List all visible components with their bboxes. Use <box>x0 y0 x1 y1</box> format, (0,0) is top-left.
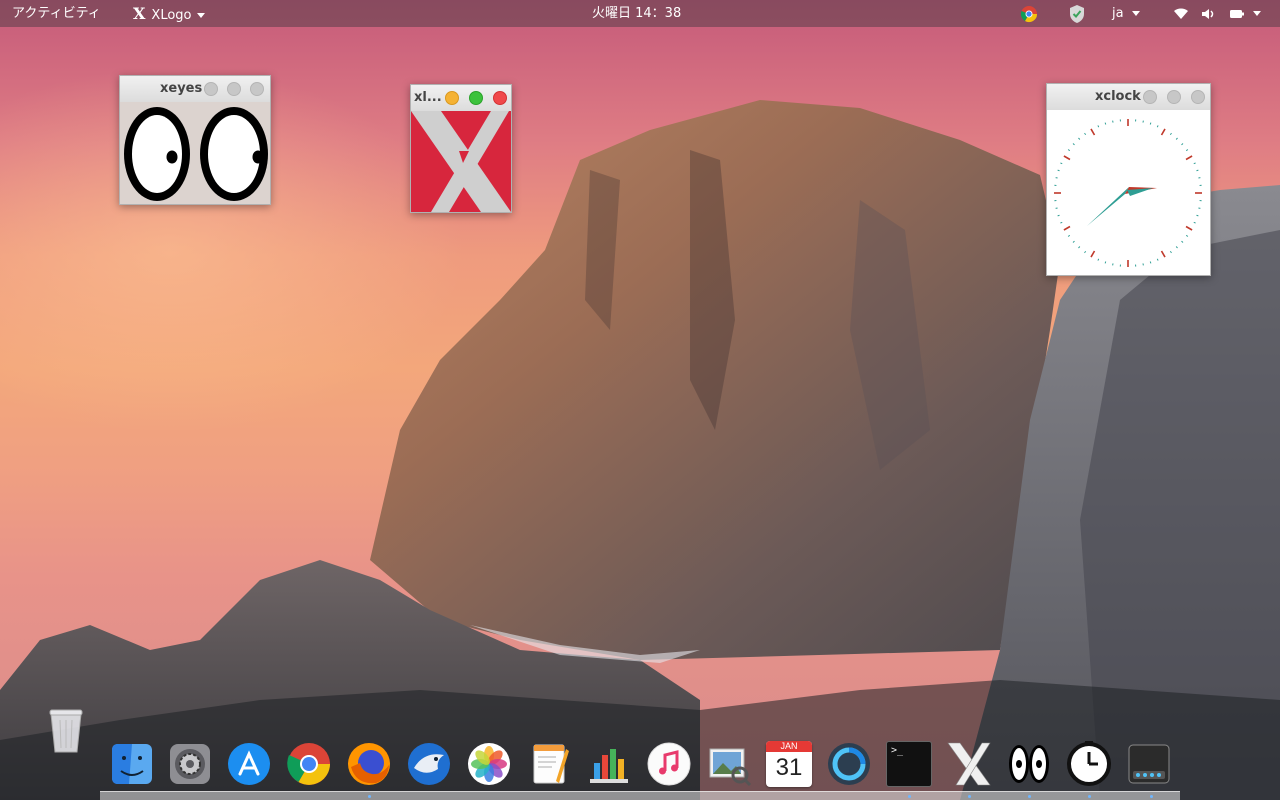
wifi-icon[interactable] <box>1173 7 1189 21</box>
input-method-menu[interactable]: ja <box>1112 0 1140 27</box>
xclock-titlebar[interactable]: xclock <box>1047 84 1210 110</box>
app-menu[interactable]: X XLogo <box>133 0 205 27</box>
desktop: アクティビティ X XLogo 火曜日 14：38 ja xeyes xl...… <box>0 0 1280 800</box>
running-indicator <box>908 795 911 798</box>
minimize-button[interactable] <box>1143 90 1157 104</box>
x-logo-icon: X <box>133 4 146 23</box>
clock-label: 火曜日 14：38 <box>592 6 682 21</box>
xeyes-eyes <box>120 102 270 204</box>
trash-icon[interactable] <box>48 706 84 754</box>
input-method-label: ja <box>1112 6 1124 21</box>
shield-icon[interactable] <box>1068 4 1086 24</box>
clock-tick <box>1104 122 1107 125</box>
globe-icon[interactable] <box>826 741 872 787</box>
battery-icon[interactable] <box>1229 8 1245 20</box>
xclock-icon[interactable] <box>1066 741 1112 787</box>
calendar-icon[interactable]: JAN 31 <box>766 741 812 787</box>
running-indicator <box>1088 795 1091 798</box>
clock-tick <box>1196 169 1199 172</box>
maximize-button[interactable] <box>1167 90 1181 104</box>
preview-icon[interactable] <box>706 741 752 787</box>
activities-button[interactable]: アクティビティ <box>12 0 101 27</box>
app-menu-label: XLogo <box>151 8 192 23</box>
clock-tick <box>1104 261 1107 264</box>
xclock-window[interactable]: xclock <box>1046 83 1211 276</box>
running-indicator <box>1150 795 1153 798</box>
running-indicator <box>1028 795 1031 798</box>
calendar-month: JAN <box>766 741 812 752</box>
xlogo-window[interactable]: xl... <box>410 84 512 213</box>
chevron-down-icon <box>196 13 205 18</box>
clock-tick <box>1149 122 1152 125</box>
xeyes-title: xeyes <box>160 81 203 96</box>
system-menu-chevron-icon[interactable] <box>1253 11 1261 16</box>
clock-tick <box>1149 261 1152 264</box>
app-store-icon[interactable] <box>226 741 272 787</box>
photos-icon[interactable] <box>466 741 512 787</box>
disks-icon[interactable] <box>1126 741 1172 787</box>
xlogo-icon[interactable] <box>946 741 992 787</box>
xlogo-titlebar[interactable]: xl... <box>411 85 511 111</box>
calendar-day: 31 <box>775 754 803 781</box>
chrome-icon[interactable] <box>286 741 332 787</box>
firefox-icon[interactable] <box>346 741 392 787</box>
clock-tick <box>1057 214 1060 217</box>
running-indicator <box>368 795 371 798</box>
terminal-icon[interactable]: >_ <box>886 741 932 787</box>
chevron-down-icon <box>1131 11 1140 16</box>
clock-button[interactable]: 火曜日 14：38 <box>592 0 681 27</box>
xeyes-titlebar[interactable]: xeyes <box>120 76 270 102</box>
settings-icon[interactable] <box>167 741 213 787</box>
minimize-button[interactable] <box>204 82 218 96</box>
top-bar: アクティビティ X XLogo 火曜日 14：38 ja <box>0 0 1280 27</box>
minimize-button[interactable] <box>445 91 459 105</box>
clock-tick <box>1196 214 1199 217</box>
thunderbird-icon[interactable] <box>406 741 452 787</box>
terminal-prompt: >_ <box>891 745 904 756</box>
music-icon[interactable] <box>646 741 692 787</box>
dock: JAN 31 >_ <box>100 735 1180 800</box>
volume-icon[interactable] <box>1201 7 1217 21</box>
chrome-tray-icon[interactable] <box>1020 5 1038 23</box>
maximize-button[interactable] <box>469 91 483 105</box>
numbers-icon[interactable] <box>586 741 632 787</box>
close-button[interactable] <box>493 91 507 105</box>
maximize-button[interactable] <box>227 82 241 96</box>
xeyes-window[interactable]: xeyes <box>119 75 271 205</box>
finder-icon[interactable] <box>109 741 155 787</box>
xlogo-title: xl... <box>414 90 442 105</box>
running-indicator <box>968 795 971 798</box>
analog-clock-face <box>1047 110 1210 275</box>
clock-tick <box>1057 169 1060 172</box>
xeyes-icon[interactable] <box>1006 741 1052 787</box>
activities-label: アクティビティ <box>12 6 101 21</box>
close-button[interactable] <box>250 82 264 96</box>
pages-icon[interactable] <box>526 741 572 787</box>
xclock-title: xclock <box>1095 89 1141 104</box>
close-button[interactable] <box>1191 90 1205 104</box>
x-logo-graphic <box>411 111 511 212</box>
